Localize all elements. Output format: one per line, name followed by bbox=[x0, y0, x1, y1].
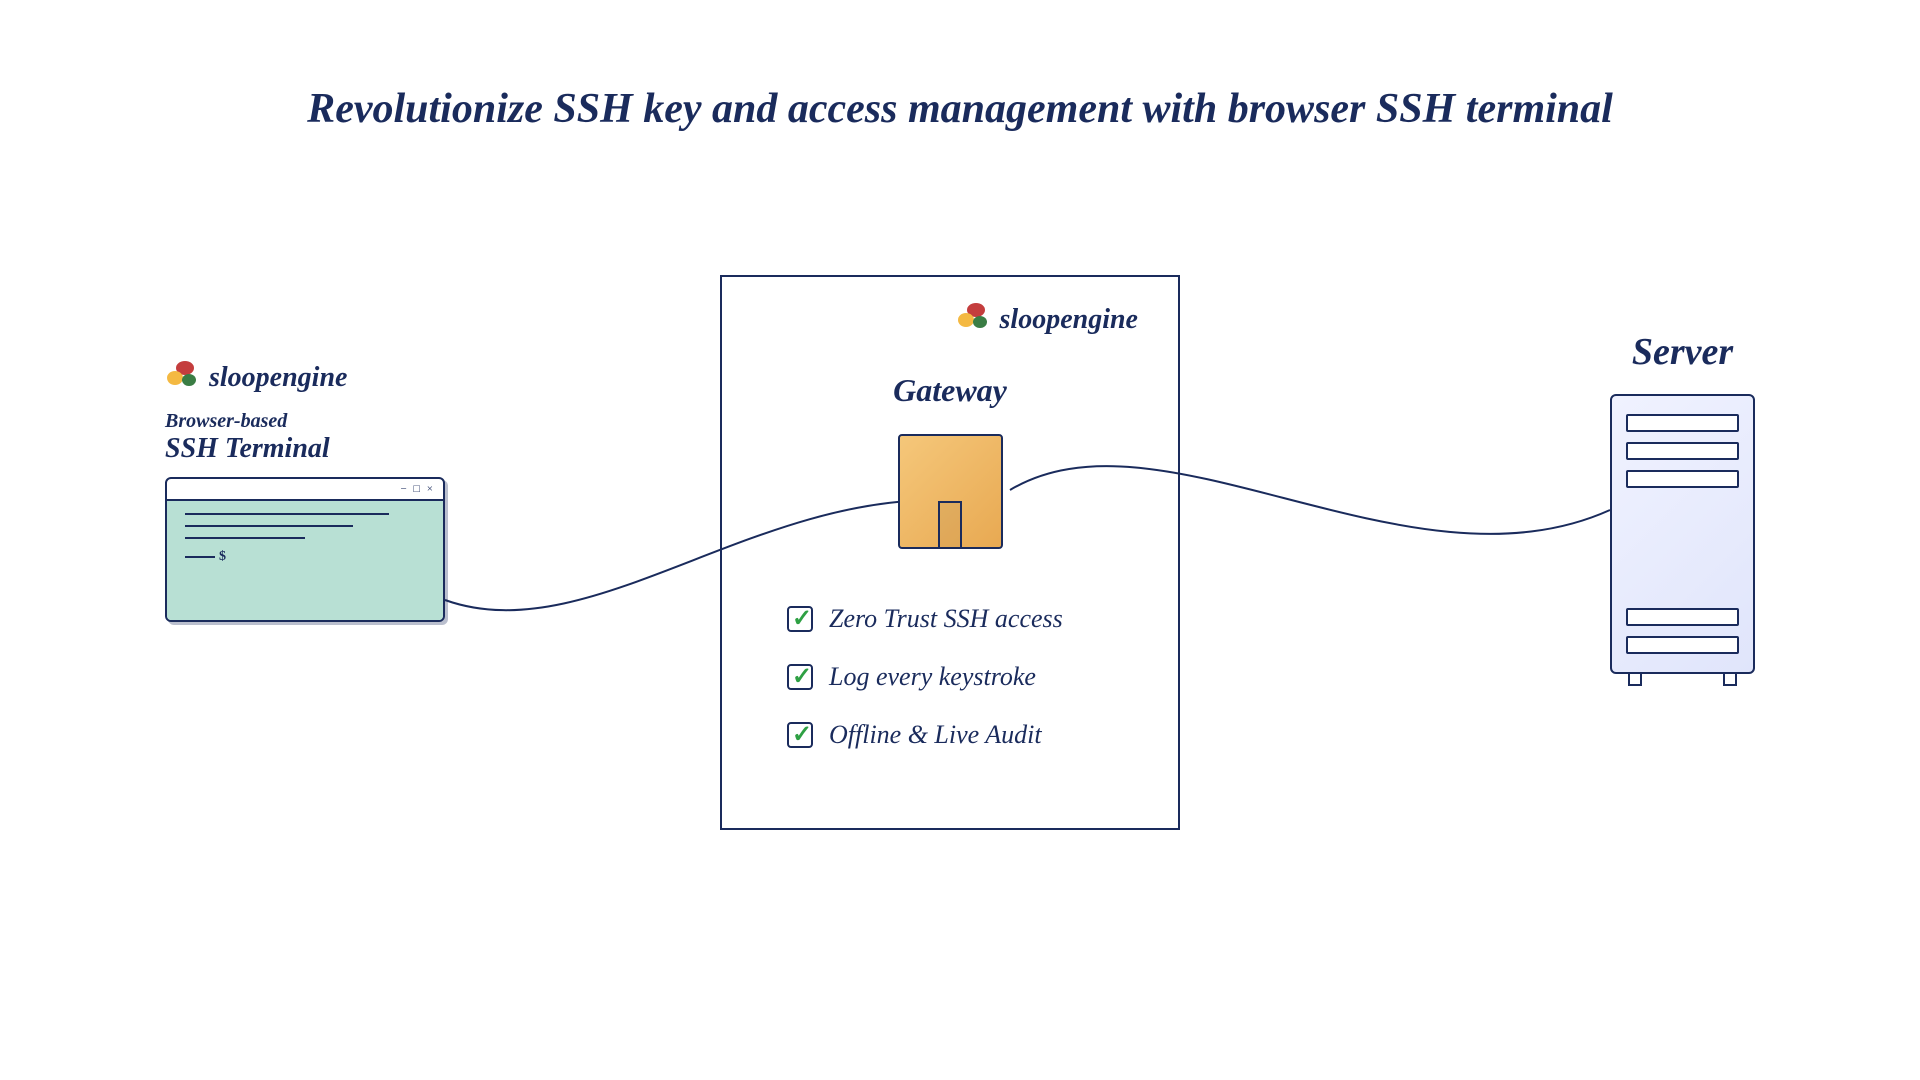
brand-logo-left: sloopengine bbox=[165, 360, 445, 395]
server-icon bbox=[1610, 394, 1755, 674]
server-label: Server bbox=[1610, 330, 1755, 374]
gateway-icon bbox=[898, 434, 1003, 549]
feature-text: Offline & Live Audit bbox=[829, 720, 1042, 750]
server-slot bbox=[1626, 470, 1739, 488]
checkbox-icon: ✓ bbox=[787, 664, 813, 690]
checkbox-icon: ✓ bbox=[787, 722, 813, 748]
server-slot bbox=[1626, 442, 1739, 460]
feature-zero-trust: ✓ Zero Trust SSH access bbox=[787, 604, 1138, 634]
feature-log-keystroke: ✓ Log every keystroke bbox=[787, 662, 1138, 692]
terminal-labels: Browser-based SSH Terminal bbox=[165, 410, 445, 465]
feature-audit: ✓ Offline & Live Audit bbox=[787, 720, 1138, 750]
features-list: ✓ Zero Trust SSH access ✓ Log every keys… bbox=[762, 604, 1138, 750]
brand-logo-center: sloopengine bbox=[762, 302, 1138, 337]
server-slot bbox=[1626, 636, 1739, 654]
terminal-prompt: $ bbox=[185, 549, 425, 565]
brand-text-center: sloopengine bbox=[1000, 304, 1138, 336]
terminal-output-line bbox=[185, 537, 305, 539]
server-slot bbox=[1626, 414, 1739, 432]
server-feet bbox=[1610, 674, 1755, 686]
terminal-window: − □ × $ bbox=[165, 477, 445, 622]
terminal-body: $ bbox=[167, 501, 443, 620]
page-title: Revolutionize SSH key and access managem… bbox=[307, 85, 1613, 133]
feature-text: Log every keystroke bbox=[829, 662, 1036, 692]
feature-text: Zero Trust SSH access bbox=[829, 604, 1063, 634]
sloopengine-logo-icon bbox=[956, 302, 990, 337]
sloopengine-logo-icon bbox=[165, 360, 199, 395]
terminal-section: sloopengine Browser-based SSH Terminal −… bbox=[165, 360, 445, 622]
terminal-output-line bbox=[185, 525, 353, 527]
brand-text-left: sloopengine bbox=[209, 362, 347, 394]
terminal-output-line bbox=[185, 513, 389, 515]
checkbox-icon: ✓ bbox=[787, 606, 813, 632]
browser-based-label: Browser-based bbox=[165, 410, 445, 433]
ssh-terminal-label: SSH Terminal bbox=[165, 433, 445, 465]
gateway-section: sloopengine Gateway ✓ Zero Trust SSH acc… bbox=[720, 275, 1180, 830]
server-slot bbox=[1626, 608, 1739, 626]
gateway-title: Gateway bbox=[762, 372, 1138, 409]
server-section: Server bbox=[1610, 330, 1755, 686]
terminal-titlebar: − □ × bbox=[167, 479, 443, 501]
